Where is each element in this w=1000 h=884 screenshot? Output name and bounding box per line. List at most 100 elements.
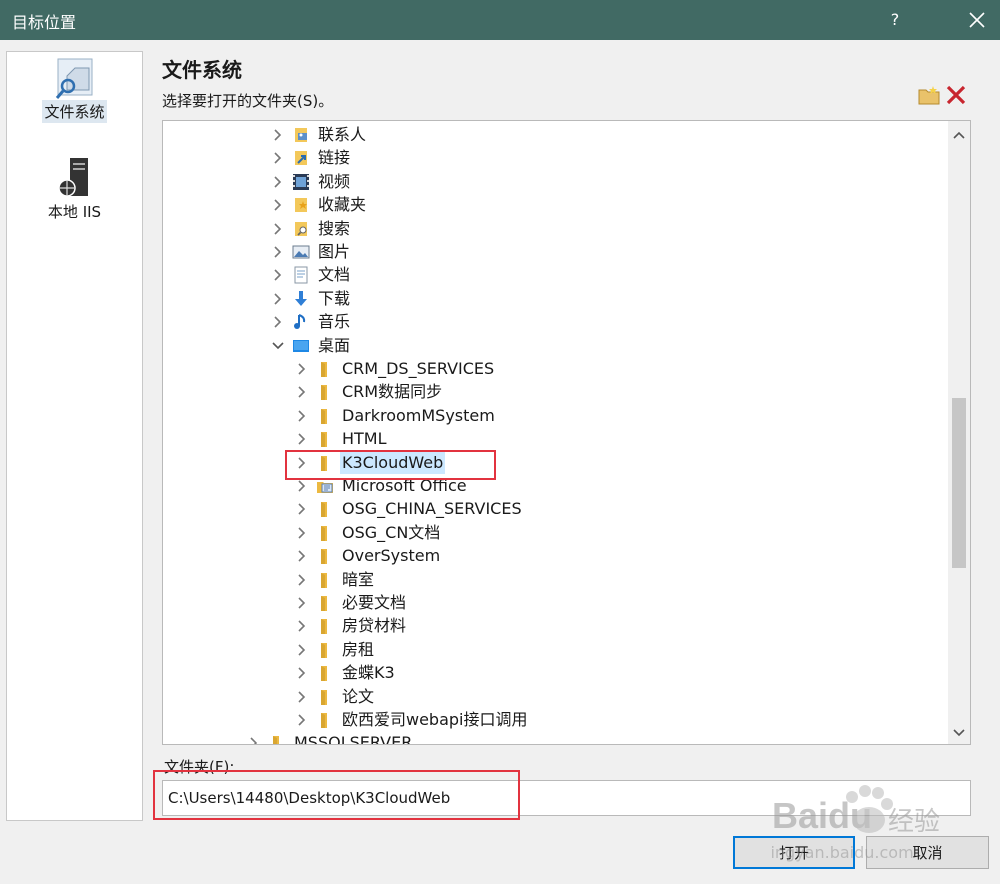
folder-icon (315, 593, 335, 613)
chevron-right-icon[interactable] (269, 241, 287, 263)
chevron-right-icon[interactable] (293, 686, 311, 708)
tree-row-label: 图片 (318, 242, 351, 261)
tree-row[interactable]: DarkroomMSystem (293, 405, 497, 427)
tree-row-label: HTML (342, 429, 387, 449)
chevron-right-icon[interactable] (293, 498, 311, 520)
favorites-icon (291, 195, 311, 215)
open-button[interactable]: 打开 (733, 836, 855, 869)
tree-row[interactable]: 联系人 (269, 124, 368, 146)
highlight-box-selected-folder (285, 450, 496, 480)
scroll-up-button[interactable] (948, 125, 970, 145)
tree-row[interactable]: OSG_CHINA_SERVICES (293, 498, 524, 520)
chevron-right-icon[interactable] (293, 428, 311, 450)
chevron-right-icon[interactable] (269, 264, 287, 286)
music-icon (291, 312, 311, 332)
tree-row[interactable]: CRM数据同步 (293, 381, 444, 403)
tree-row-label: OSG_CHINA_SERVICES (342, 499, 522, 519)
chevron-right-icon[interactable] (293, 569, 311, 591)
tree-row[interactable]: 欧西爱司webapi接口调用 (293, 709, 530, 731)
chevron-right-icon[interactable] (293, 405, 311, 427)
chevron-right-icon[interactable] (293, 545, 311, 567)
tree-row[interactable]: 论文 (293, 686, 376, 708)
chevron-right-icon[interactable] (269, 311, 287, 333)
tree-row[interactable]: 搜索 (269, 218, 352, 240)
vertical-scrollbar[interactable] (948, 121, 970, 744)
documents-icon (291, 265, 311, 285)
tree-row-label: 金蝶K3 (342, 663, 395, 683)
tree-row-label: OSG_CN文档 (342, 522, 441, 542)
local-iis-icon (57, 158, 88, 197)
tree-row[interactable]: 音乐 (269, 311, 352, 333)
folder-icon (315, 499, 335, 519)
tree-row-label: 必要文档 (342, 593, 407, 612)
chevron-right-icon[interactable] (245, 732, 263, 744)
tree-row[interactable]: 收藏夹 (269, 194, 368, 216)
tree-row[interactable]: 下载 (269, 288, 352, 310)
folder-icon (315, 710, 335, 730)
scroll-thumb[interactable] (952, 398, 966, 568)
chevron-right-icon[interactable] (269, 171, 287, 193)
chevron-down-icon[interactable] (269, 335, 287, 357)
tree-row[interactable]: 金蝶K3 (293, 662, 397, 684)
tree-row[interactable]: 必要文档 (293, 592, 408, 614)
chevron-right-icon[interactable] (293, 615, 311, 637)
contacts-icon (291, 125, 311, 145)
tree-row[interactable]: 房贷材料 (293, 615, 408, 637)
delete-icon[interactable] (945, 84, 967, 106)
tree-row[interactable]: 房租 (293, 639, 376, 661)
folder-label: 文件夹(F): (164, 758, 235, 776)
location-nav: 文件系统 本地 IIS (6, 51, 143, 821)
chevron-right-icon[interactable] (293, 358, 311, 380)
help-button[interactable]: ? (870, 0, 920, 40)
tree-row[interactable]: OverSystem (293, 545, 442, 567)
nav-item-local-iis[interactable]: 本地 IIS (7, 156, 142, 223)
tree-row-label: 文档 (318, 265, 351, 285)
tree-row[interactable]: 文档 (269, 264, 352, 286)
tree-row-label: 房贷材料 (342, 616, 407, 636)
chevron-right-icon[interactable] (293, 662, 311, 684)
tree-row[interactable]: 链接 (269, 147, 352, 169)
chevron-right-icon[interactable] (293, 381, 311, 403)
chevron-right-icon[interactable] (269, 194, 287, 216)
tree-row-label: 音乐 (318, 312, 351, 332)
tree-row-label: 桌面 (318, 335, 351, 355)
tree-row-label: OverSystem (342, 546, 441, 566)
tree-row[interactable]: 暗室 (293, 569, 376, 591)
tree-row[interactable]: HTML (293, 428, 389, 450)
tree-row[interactable]: CRM_DS_SERVICES (293, 358, 496, 380)
title-bar: 目标位置 ? (0, 0, 1000, 40)
tree-row-label: 收藏夹 (318, 195, 367, 215)
nav-item-filesystem[interactable]: 文件系统 (7, 56, 142, 123)
chevron-right-icon[interactable] (293, 639, 311, 661)
folder-icon (315, 429, 335, 449)
new-folder-icon[interactable] (918, 85, 940, 105)
tree-row-label: 房租 (342, 639, 375, 659)
tree-row-label: MSSQLSERVER (294, 733, 413, 745)
chevron-right-icon[interactable] (293, 522, 311, 544)
chevron-right-icon[interactable] (293, 709, 311, 731)
tree-row[interactable]: 图片 (269, 241, 352, 263)
video-icon (291, 172, 311, 192)
folder-icon (315, 382, 335, 402)
chevron-right-icon[interactable] (269, 288, 287, 310)
tree-row[interactable]: 桌面 (269, 335, 352, 357)
folder-icon (315, 570, 335, 590)
chevron-right-icon[interactable] (269, 147, 287, 169)
folder-tree[interactable]: 联系人 链接视频收藏夹搜索图片文档下载 音乐桌面 CRM_DS_SERVICES CRM… (162, 120, 971, 745)
tree-row[interactable]: OSG_CN文档 (293, 522, 442, 544)
folder-icon (315, 359, 335, 379)
tree-row-label: 视频 (318, 171, 351, 191)
tree-row[interactable]: MSSQLSERVER (245, 732, 414, 745)
downloads-icon (291, 289, 311, 309)
tree-row[interactable]: 视频 (269, 171, 352, 193)
folder-icon (315, 616, 335, 636)
chevron-right-icon[interactable] (293, 592, 311, 614)
chevron-right-icon[interactable] (269, 218, 287, 240)
close-button[interactable] (954, 0, 1000, 40)
scroll-down-button[interactable] (948, 723, 970, 743)
cancel-button[interactable]: 取消 (866, 836, 989, 869)
tree-row-label: 链接 (318, 148, 351, 168)
folder-path-input[interactable] (162, 780, 971, 816)
filesystem-icon (55, 58, 92, 99)
chevron-right-icon[interactable] (269, 124, 287, 146)
